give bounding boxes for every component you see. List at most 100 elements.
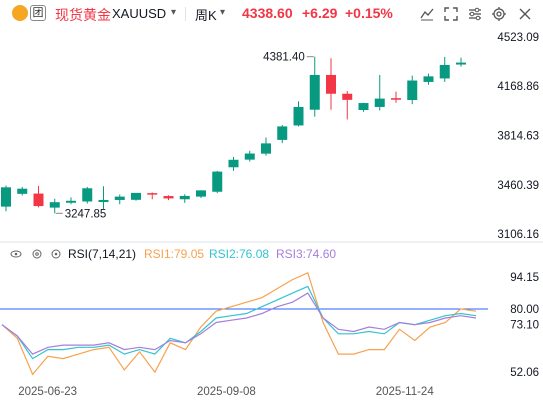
candle[interactable] (163, 195, 174, 201)
candle[interactable] (228, 156, 239, 171)
x-axis-label: 2025-06-23 (18, 386, 77, 398)
tuan-logo-icon: 团 (30, 5, 46, 21)
candle[interactable] (261, 137, 271, 156)
rsi-indicator-title[interactable]: RSI(7,14,21) (68, 247, 136, 261)
instrument-name[interactable]: 现货黄金 (55, 5, 111, 25)
rsi-series-line (1, 285, 477, 360)
gear-small-icon[interactable] (51, 249, 61, 259)
high-annotation: 4381.40 (263, 52, 305, 64)
candle-body (244, 153, 255, 160)
candle-body (82, 188, 93, 202)
candle-body (374, 98, 385, 107)
rsi-legend: RSI(7,14,21) RSI1:79.05 RSI2:76.08 RSI3:… (10, 247, 336, 261)
candle-body (423, 76, 434, 82)
top-bar: 团 现货黄金 XAUUSD ▾ 周K ▾ 4338.60 +6.29 +0.15… (0, 0, 543, 28)
candle[interactable] (277, 125, 288, 144)
candle-body (17, 188, 28, 194)
candle[interactable] (342, 90, 353, 120)
candle[interactable] (293, 101, 304, 127)
candle-body (33, 193, 44, 207)
candle[interactable] (147, 192, 158, 200)
candle[interactable] (17, 186, 28, 196)
dropdown-caret-icon[interactable]: ▾ (220, 7, 225, 18)
price-change-percent: +0.15% (345, 5, 393, 21)
candle[interactable] (82, 186, 93, 204)
divider (185, 7, 186, 21)
candle[interactable] (407, 75, 418, 105)
candle-body (212, 171, 223, 192)
candle-body (131, 192, 141, 200)
candle[interactable] (212, 170, 223, 194)
rsi-axis-label: 94.15 (510, 272, 539, 284)
last-price: 4338.60 (242, 5, 293, 21)
candle-body (326, 74, 336, 94)
x-axis-label: 2025-09-08 (197, 386, 256, 398)
low-annotation: 3247.85 (65, 208, 107, 220)
candle-body (391, 98, 401, 100)
line-tool-icon[interactable] (417, 4, 437, 24)
candle-body (342, 93, 353, 100)
rsi2-legend: RSI2:76.08 (209, 247, 269, 261)
interval-selector[interactable]: 周K (195, 5, 217, 24)
reference-line-label: 80.00 (510, 304, 539, 316)
price-axis-label: 3460.39 (497, 180, 539, 192)
indicator-icon[interactable] (465, 4, 485, 24)
fullscreen-icon[interactable] (441, 4, 461, 24)
candle[interactable] (179, 194, 190, 203)
candle[interactable] (114, 194, 125, 205)
candle[interactable] (244, 150, 255, 162)
price-axis-label: 4523.09 (497, 32, 539, 44)
candle[interactable] (1, 185, 11, 212)
rsi-lines (1, 271, 477, 376)
candle-body (49, 202, 60, 208)
candle-body (179, 195, 190, 200)
price-axis-label: 3814.63 (497, 130, 539, 142)
candle[interactable] (33, 185, 44, 208)
price-change: +6.29 (302, 5, 338, 21)
settings-icon[interactable] (32, 249, 42, 259)
rsi1-legend: RSI1:79.05 (144, 247, 204, 261)
dropdown-caret-icon[interactable]: ▾ (171, 7, 176, 18)
candlestick-series[interactable] (1, 56, 466, 214)
rsi3-legend: RSI3:74.60 (276, 247, 336, 261)
candle-body (1, 187, 11, 207)
rsi-axis-label: 73.10 (510, 320, 539, 332)
candle-body (163, 196, 174, 199)
candle-body (456, 62, 466, 65)
candle-body (228, 159, 239, 168)
x-axis-labels: 2025-06-23 2025-09-08 2025-11-24 (18, 386, 434, 398)
instrument-symbol[interactable]: XAUUSD (112, 6, 166, 21)
rsi-series-line (1, 292, 477, 355)
candle[interactable] (49, 198, 60, 214)
candle-body (439, 64, 450, 79)
gold-coin-icon (12, 5, 28, 21)
rsi-axis-label: 52.06 (510, 367, 539, 379)
candle[interactable] (374, 74, 385, 111)
price-axis-label: 3106.16 (497, 229, 539, 241)
candle[interactable] (358, 102, 369, 112)
price-axis-label: 4168.86 (497, 81, 539, 93)
candle[interactable] (326, 58, 336, 110)
candle[interactable] (66, 197, 76, 205)
candle[interactable] (456, 57, 466, 67)
candle-body (196, 190, 206, 197)
candle[interactable] (131, 192, 141, 201)
rsi-axis-labels: 94.15 73.10 52.06 80.00 (510, 272, 539, 379)
candle-body (309, 74, 320, 110)
eye-icon[interactable] (10, 250, 22, 258)
candle[interactable] (309, 56, 320, 117)
candle-body (277, 126, 288, 140)
candle[interactable] (391, 91, 401, 103)
candle-body (114, 196, 125, 200)
candle-body (293, 106, 304, 126)
candle[interactable] (439, 56, 450, 82)
candle-body (147, 193, 158, 195)
candle[interactable] (98, 186, 109, 210)
candle[interactable] (196, 190, 206, 199)
close-icon[interactable] (515, 4, 535, 24)
settings-icon[interactable] (489, 4, 509, 24)
chart-area[interactable]: 4523.09 4168.86 3814.63 3460.39 3106.16 4381… (0, 28, 543, 403)
candle[interactable] (423, 73, 434, 85)
candle-body (261, 143, 271, 154)
price-axis-labels: 4523.09 4168.86 3814.63 3460.39 3106.16 (497, 32, 539, 241)
